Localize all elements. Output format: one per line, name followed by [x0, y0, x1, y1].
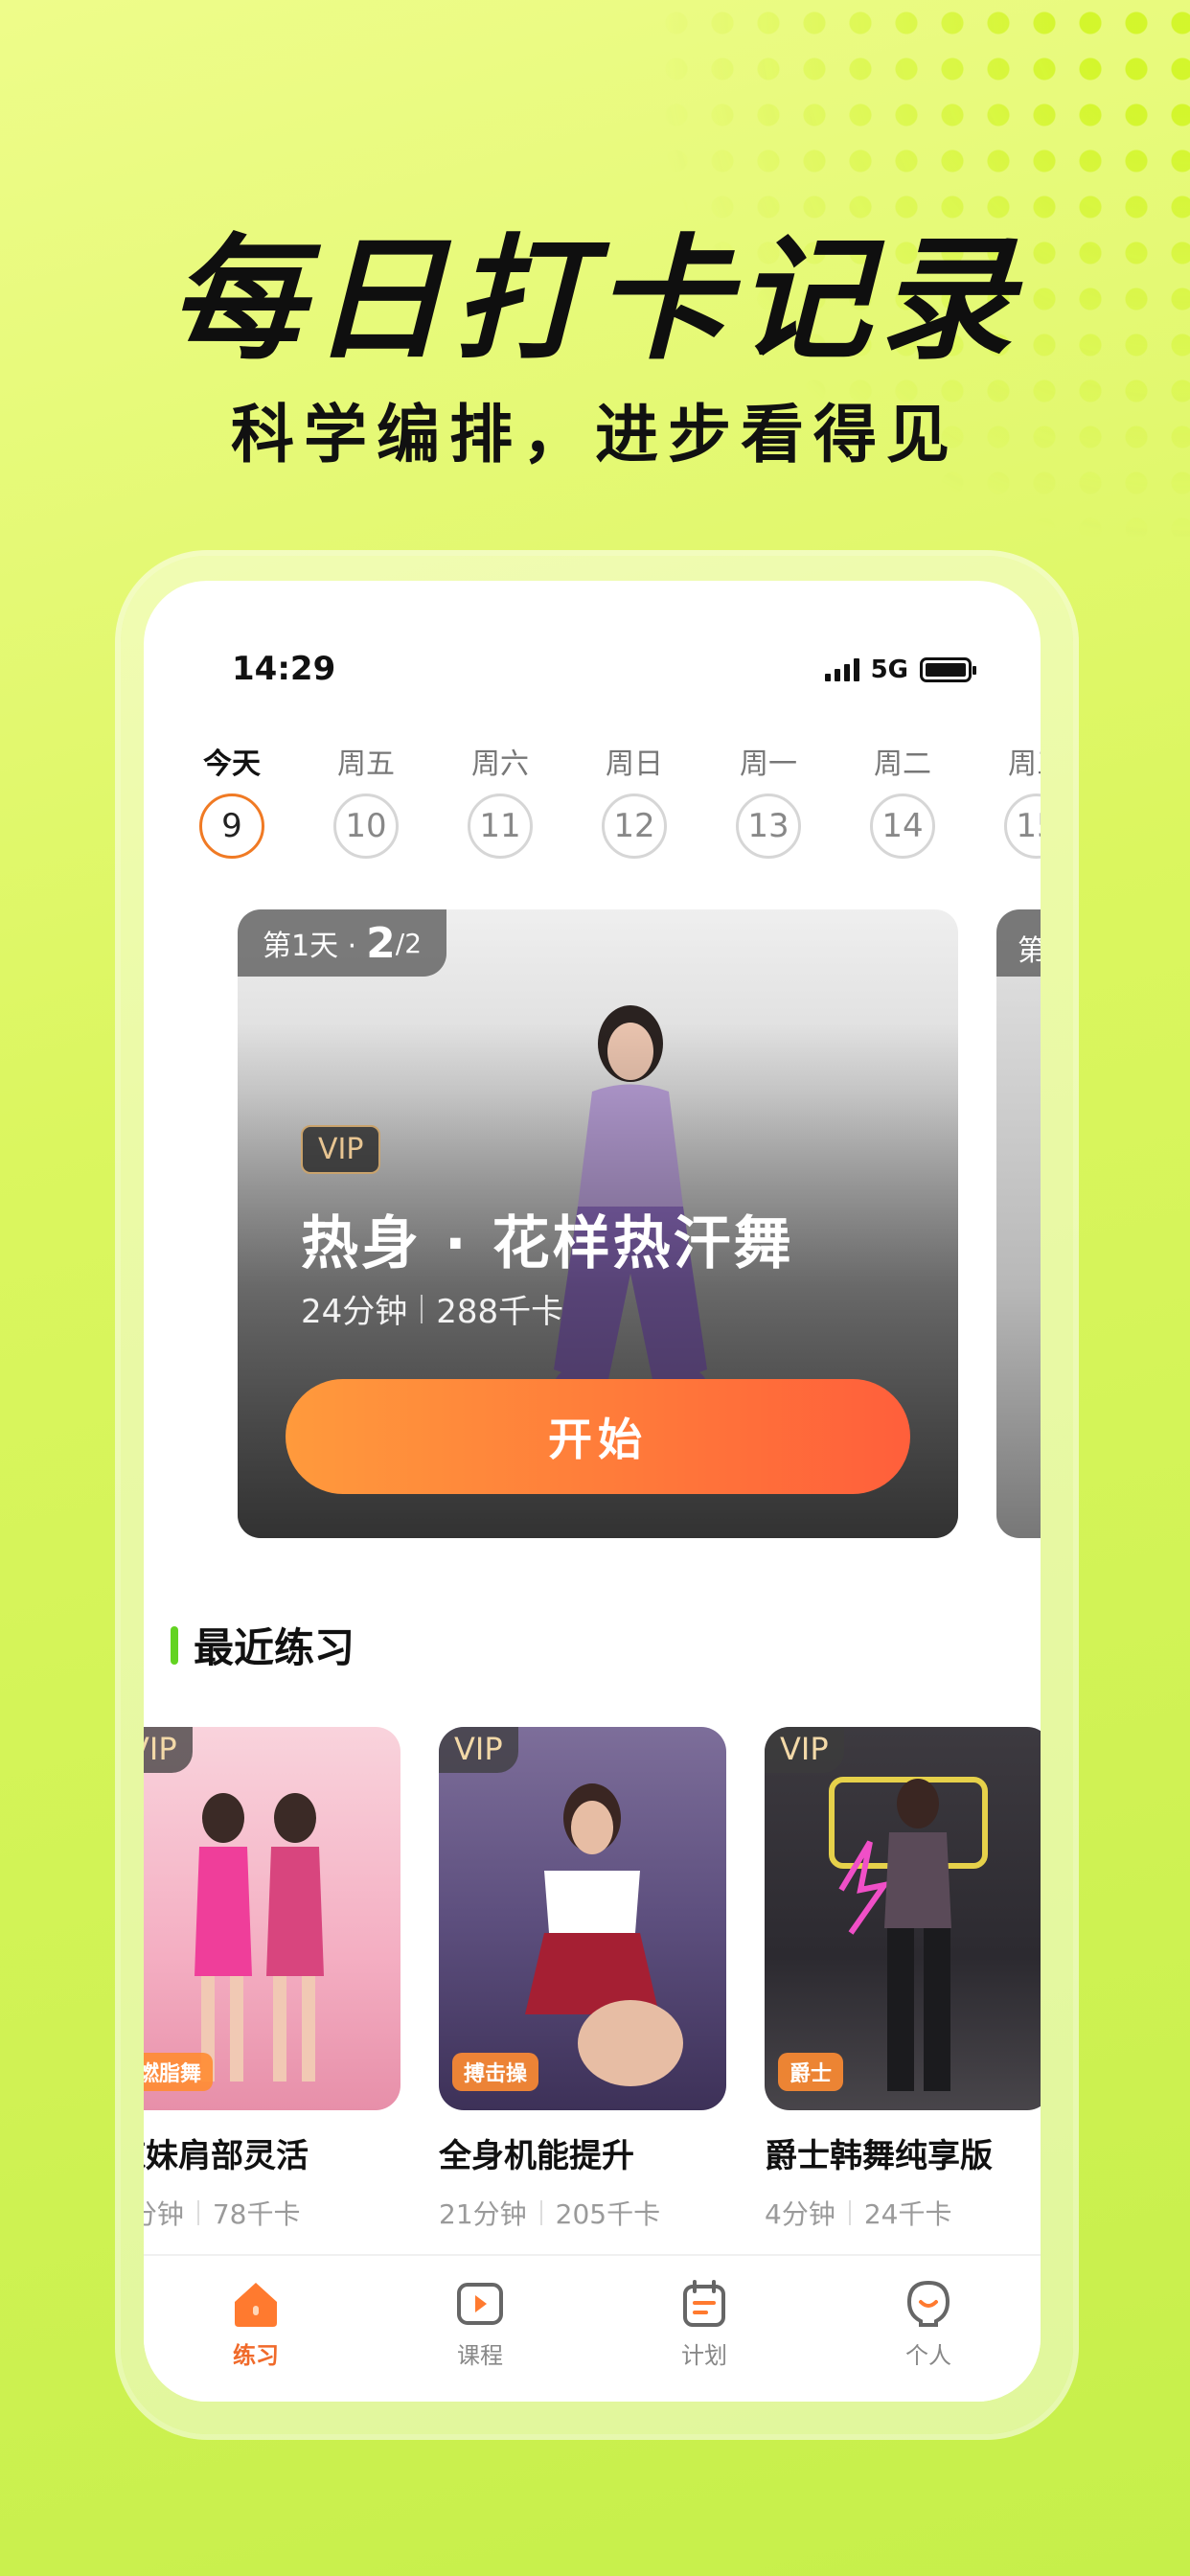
day-date: 14 — [870, 794, 935, 859]
day-label: 第1天 · — [263, 930, 357, 963]
day-label: 周一 — [740, 748, 797, 781]
meta-divider — [848, 2200, 851, 2225]
section-marker — [171, 1625, 178, 1665]
tab-plan[interactable]: 计划 — [592, 2256, 816, 2402]
recent-item-title: 全身机能提升 — [439, 2137, 634, 2175]
recent-item-meta: 21分钟 205千卡 — [439, 2194, 726, 2232]
recent-item[interactable]: VIP 搏击操 全身机能提升 21分钟 205千卡 — [439, 1727, 726, 2232]
recent-item-meta: 4分钟 24千卡 — [765, 2194, 1041, 2232]
next-card-tag: 第 — [996, 909, 1041, 977]
recent-item-title: 爵士韩舞纯享版 — [765, 2137, 993, 2175]
recent-item-meta: 3分钟 78千卡 — [144, 2194, 400, 2232]
vip-badge: VIP — [301, 1125, 381, 1174]
status-bar: 14:29 5G — [232, 650, 976, 698]
day-label: 周二 — [874, 748, 931, 781]
tab-label: 个人 — [905, 2342, 951, 2369]
item-calories: 24千卡 — [863, 2198, 952, 2230]
day-item[interactable]: 周五 10 — [299, 740, 433, 859]
day-item[interactable]: 周六 11 — [433, 740, 567, 859]
item-calories: 78千卡 — [212, 2198, 301, 2230]
start-button[interactable]: 开始 — [286, 1379, 910, 1494]
recent-list: VIP 燃脂舞 辣妹肩部灵活 3分钟 78千卡 VIP 搏击操 — [144, 1727, 1041, 2232]
item-duration: 21分钟 — [439, 2198, 527, 2230]
week-date-strip: 今天 9 周五 10 周六 11 周日 12 周一 13 周二 14 周三 15 — [165, 740, 1041, 859]
play-icon — [457, 2283, 503, 2325]
category-tag: 爵士 — [778, 2053, 844, 2091]
tab-courses[interactable]: 课程 — [368, 2256, 592, 2402]
status-time: 14:29 — [232, 650, 336, 688]
recent-thumbnail: VIP 爵士 — [765, 1727, 1041, 2110]
tab-practice[interactable]: 练习 — [144, 2256, 368, 2402]
tab-label: 计划 — [681, 2342, 727, 2369]
category-tag: 搏击操 — [452, 2053, 539, 2091]
workout-hero-card[interactable]: 第1天 · 2 /2 VIP 热身 · 花样热汗舞 24分钟 288千卡 开始 — [238, 909, 958, 1538]
day-date: 13 — [736, 794, 801, 859]
day-item[interactable]: 周一 13 — [701, 740, 835, 859]
meta-divider — [539, 2200, 542, 2225]
day-item[interactable]: 周三 15 — [970, 740, 1041, 859]
day-date: 12 — [602, 794, 667, 859]
item-calories: 205千卡 — [555, 2198, 661, 2230]
tab-label: 课程 — [457, 2342, 503, 2369]
workout-title: 热身 · 花样热汗舞 — [301, 1210, 794, 1277]
progress-current: 2 — [366, 918, 396, 968]
day-label: 周五 — [337, 748, 395, 781]
recent-item[interactable]: VIP 爵士 爵士韩舞纯享版 4分钟 24千卡 — [765, 1727, 1041, 2232]
promo-subline: 科学编排，进步看得见 — [231, 398, 959, 472]
section-title: 最近练习 — [194, 1624, 355, 1671]
battery-icon — [920, 657, 976, 682]
day-item[interactable]: 周二 14 — [835, 740, 970, 859]
vip-badge: VIP — [439, 1727, 518, 1773]
day-label: 周三 — [1008, 748, 1041, 781]
workout-meta: 24分钟 288千卡 — [301, 1285, 563, 1332]
recent-item[interactable]: VIP 燃脂舞 辣妹肩部灵活 3分钟 78千卡 — [144, 1727, 400, 2232]
day-date: 15 — [1004, 794, 1041, 859]
signal-icon — [824, 658, 859, 681]
item-duration: 3分钟 — [144, 2198, 184, 2230]
day-label: 今天 — [203, 748, 261, 781]
day-date: 11 — [468, 794, 533, 859]
phone-screen: 14:29 5G 今天 9 周五 10 周六 11 周日 12 周一 13 周二… — [144, 581, 1041, 2402]
vip-badge: VIP — [144, 1727, 193, 1773]
recent-thumbnail: VIP 燃脂舞 — [144, 1727, 400, 2110]
day-item[interactable]: 周日 12 — [567, 740, 701, 859]
meta-divider — [421, 1294, 423, 1323]
day-item-today[interactable]: 今天 9 — [165, 740, 299, 859]
profile-icon — [906, 2280, 950, 2327]
day-date: 10 — [333, 794, 399, 859]
bottom-tab-bar: 练习 课程 计划 个人 — [144, 2254, 1041, 2402]
promo-headline: 每日打卡记录 — [169, 222, 1020, 379]
day-label: 周六 — [471, 748, 529, 781]
item-duration: 4分钟 — [765, 2198, 835, 2230]
tab-profile[interactable]: 个人 — [816, 2256, 1041, 2402]
workout-calories: 288千卡 — [436, 1293, 564, 1331]
recent-section-header: 最近练习 — [171, 1616, 355, 1674]
day-progress-tag: 第1天 · 2 /2 — [238, 909, 447, 977]
vip-badge: VIP — [765, 1727, 844, 1773]
meta-divider — [196, 2200, 199, 2225]
recent-item-title: 辣妹肩部灵活 — [144, 2137, 309, 2175]
next-workout-card[interactable]: 第 — [996, 909, 1041, 1538]
calendar-icon — [683, 2280, 725, 2327]
workout-duration: 24分钟 — [301, 1293, 408, 1331]
network-type: 5G — [870, 656, 908, 684]
day-label: 周日 — [606, 748, 663, 781]
progress-total: /2 — [395, 927, 423, 959]
tab-label: 练习 — [233, 2342, 279, 2369]
status-indicators: 5G — [824, 656, 976, 684]
recent-thumbnail: VIP 搏击操 — [439, 1727, 726, 2110]
category-tag: 燃脂舞 — [144, 2053, 214, 2091]
day-date: 9 — [199, 794, 264, 859]
home-icon — [235, 2283, 277, 2327]
